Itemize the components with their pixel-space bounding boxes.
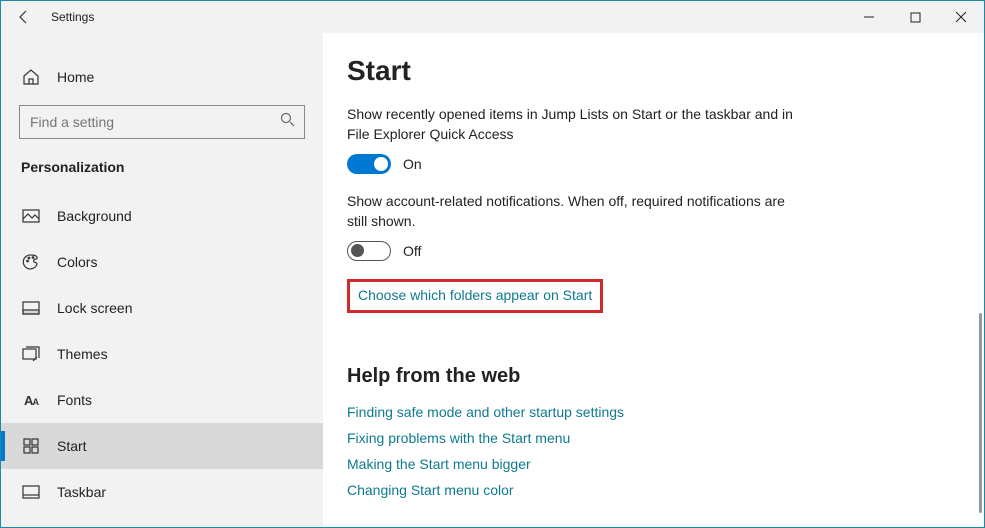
sidebar-item-label: Lock screen: [57, 300, 132, 316]
themes-icon: [21, 346, 41, 362]
sidebar-item-label: Fonts: [57, 392, 92, 408]
toggle-jumplists-state: On: [403, 156, 422, 172]
sidebar-item-taskbar[interactable]: Taskbar: [1, 469, 323, 515]
help-link-color[interactable]: Changing Start menu color: [347, 482, 944, 498]
highlight-annotation: Choose which folders appear on Start: [347, 279, 603, 313]
search-input[interactable]: [19, 105, 305, 139]
sidebar-category: Personalization: [1, 159, 323, 193]
sidebar-item-label: Taskbar: [57, 484, 106, 500]
sidebar-item-label: Home: [57, 69, 94, 85]
palette-icon: [21, 253, 41, 271]
sidebar-item-label: Themes: [57, 346, 108, 362]
sidebar: Home Personalization Background Colors: [1, 33, 323, 527]
taskbar-icon: [21, 485, 41, 499]
help-link-safemode[interactable]: Finding safe mode and other startup sett…: [347, 404, 944, 420]
toggle-account-notif[interactable]: [347, 241, 391, 261]
close-button[interactable]: [938, 1, 984, 33]
toggle-account-notif-state: Off: [403, 243, 421, 259]
sidebar-item-label: Start: [57, 438, 87, 454]
home-icon: [21, 68, 41, 86]
help-link-fixstart[interactable]: Fixing problems with the Start menu: [347, 430, 944, 446]
window-title: Settings: [51, 10, 94, 24]
sidebar-item-fonts[interactable]: AA Fonts: [1, 377, 323, 423]
sidebar-item-colors[interactable]: Colors: [1, 239, 323, 285]
sidebar-item-home[interactable]: Home: [1, 57, 323, 97]
maximize-button[interactable]: [892, 1, 938, 33]
fonts-icon: AA: [21, 393, 41, 408]
help-links: Finding safe mode and other startup sett…: [347, 404, 944, 498]
titlebar: Settings: [1, 1, 984, 33]
window-controls: [846, 1, 984, 33]
lockscreen-icon: [21, 301, 41, 315]
main-content: Start Show recently opened items in Jump…: [323, 33, 984, 527]
sidebar-item-start[interactable]: Start: [1, 423, 323, 469]
minimize-button[interactable]: [846, 1, 892, 33]
sidebar-item-lockscreen[interactable]: Lock screen: [1, 285, 323, 331]
sidebar-item-themes[interactable]: Themes: [1, 331, 323, 377]
help-heading: Help from the web: [347, 365, 944, 388]
page-title: Start: [347, 55, 944, 87]
setting-account-notif-desc: Show account-related notifications. When…: [347, 192, 797, 231]
sidebar-item-label: Colors: [57, 254, 97, 270]
toggle-jumplists[interactable]: [347, 154, 391, 174]
picture-icon: [21, 209, 41, 223]
back-button[interactable]: [1, 1, 47, 33]
choose-folders-link[interactable]: Choose which folders appear on Start: [358, 287, 592, 303]
help-link-bigger[interactable]: Making the Start menu bigger: [347, 456, 944, 472]
setting-jumplists-desc: Show recently opened items in Jump Lists…: [347, 105, 797, 144]
scrollbar[interactable]: [979, 313, 982, 513]
sidebar-item-background[interactable]: Background: [1, 193, 323, 239]
start-icon: [21, 438, 41, 454]
search-icon: [280, 112, 295, 132]
sidebar-item-label: Background: [57, 208, 132, 224]
